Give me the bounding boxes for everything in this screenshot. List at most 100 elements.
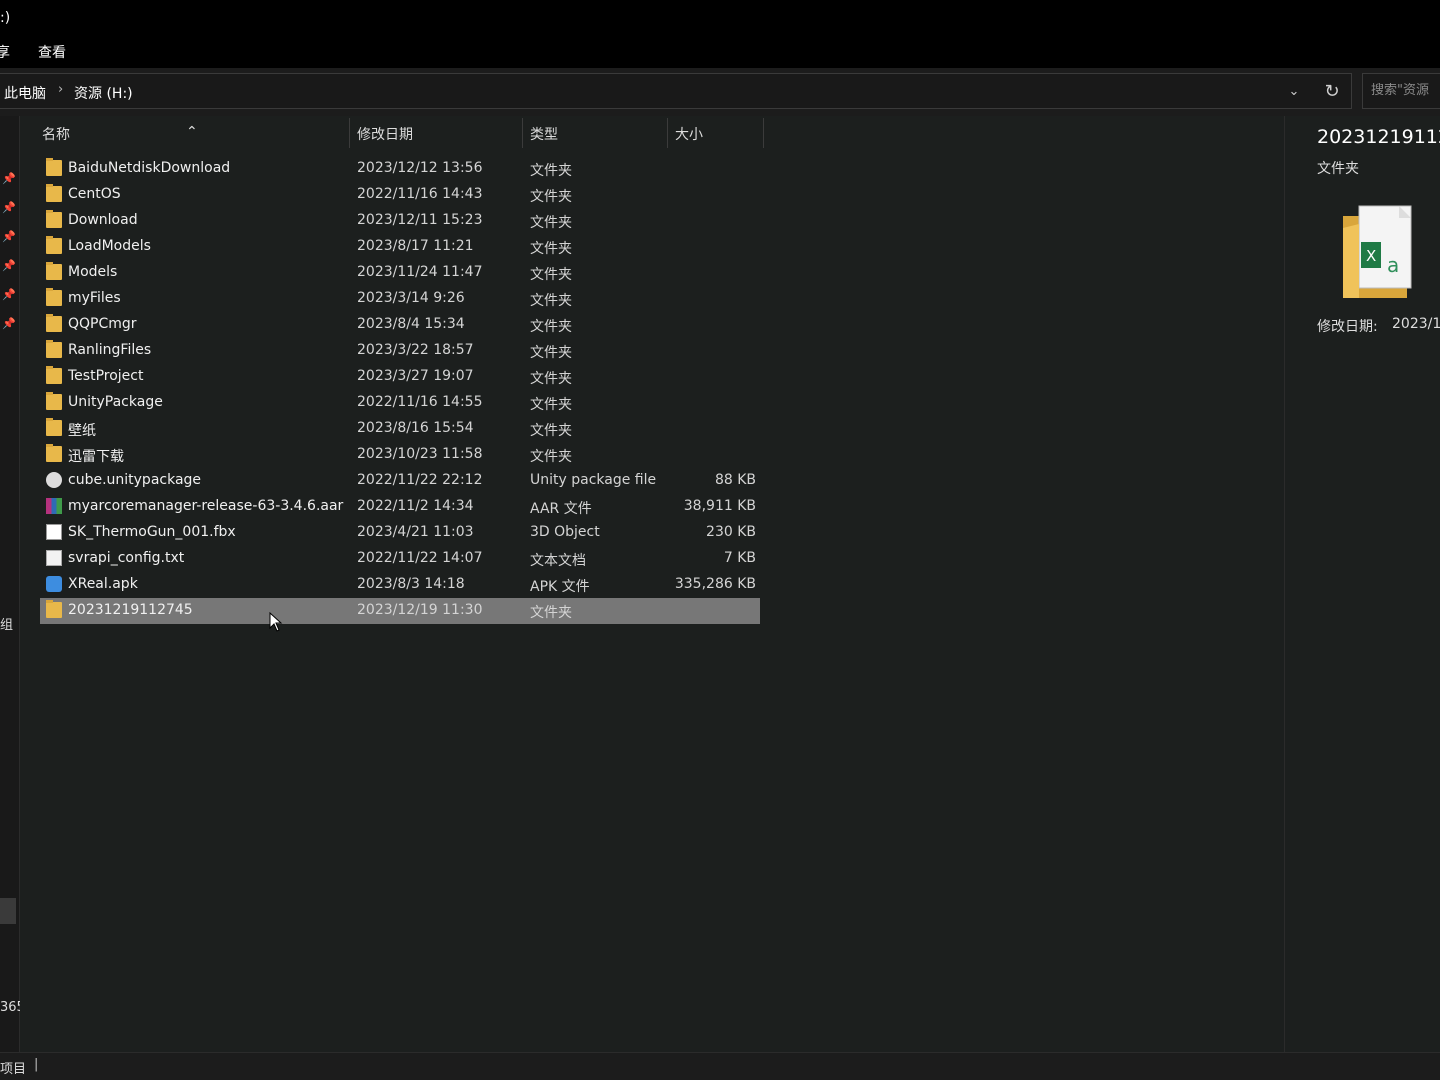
file-size: 88 KB <box>714 472 756 488</box>
sort-up-icon: ⌃ <box>186 124 198 140</box>
file-type: 文件夹 <box>530 371 572 387</box>
file-date: 2022/11/22 14:07 <box>357 550 483 566</box>
navigation-pane: 📌 📌 📌 📌 📌 📌 组 365 <box>0 116 25 1052</box>
file-row[interactable]: myarcoremanager-release-63-3.4.6.aar 2022… <box>40 494 760 520</box>
search-box[interactable] <box>1362 73 1440 109</box>
file-row[interactable]: 壁纸 2023/8/16 15:54 文件夹 <box>40 416 760 442</box>
nav-selected-item[interactable] <box>0 898 16 924</box>
nav-group-label[interactable]: 组 <box>0 614 13 633</box>
file-date: 2023/12/19 11:30 <box>357 602 483 618</box>
file-row[interactable]: QQPCmgr 2023/8/4 15:34 文件夹 <box>40 312 760 338</box>
file-row[interactable]: cube.unitypackage 2022/11/22 22:12 Unity p… <box>40 468 760 494</box>
folder-excel-thumbnail-icon: X a <box>1343 205 1412 298</box>
file-name: 20231219112745 <box>68 602 193 618</box>
column-divider[interactable] <box>667 118 668 148</box>
column-divider[interactable] <box>763 118 764 148</box>
file-row[interactable]: SK_ThermoGun_001.fbx 2023/4/21 11:03 3D Ob… <box>40 520 760 546</box>
file-date: 2023/10/23 11:58 <box>357 446 483 462</box>
archive-icon <box>46 498 62 514</box>
folder-icon <box>46 210 62 228</box>
pin-icon[interactable]: 📌 <box>2 288 16 302</box>
breadcrumb-this-pc[interactable]: 此电脑 <box>4 83 46 103</box>
file-name: RanlingFiles <box>68 342 152 358</box>
file-date: 2022/11/16 14:43 <box>357 186 483 202</box>
file-row[interactable]: LoadModels 2023/8/17 11:21 文件夹 <box>40 234 760 260</box>
file-date: 2023/3/27 19:07 <box>357 368 474 384</box>
refresh-icon[interactable]: ↻ <box>1318 79 1346 105</box>
chevron-down-icon[interactable]: ⌄ <box>1282 80 1306 104</box>
file-row[interactable]: RanlingFiles 2023/3/22 18:57 文件夹 <box>40 338 760 364</box>
column-divider[interactable] <box>349 118 350 148</box>
file-type: 文件夹 <box>530 189 572 205</box>
file-row[interactable]: UnityPackage 2022/11/16 14:55 文件夹 <box>40 390 760 416</box>
file-date: 2023/11/24 11:47 <box>357 264 483 280</box>
file-row[interactable]: TestProject 2023/3/27 19:07 文件夹 <box>40 364 760 390</box>
preview-modified-value: 2023/1 <box>1392 316 1440 332</box>
file-date: 2023/8/16 15:54 <box>357 420 474 436</box>
file-type: 文件夹 <box>530 293 572 309</box>
3d-object-icon <box>46 524 62 540</box>
menu-bar: 享 查看 <box>0 36 1440 68</box>
file-name: XReal.apk <box>68 576 138 592</box>
file-name: cube.unitypackage <box>68 472 202 488</box>
breadcrumb-drive[interactable]: 资源 (H:) <box>74 83 133 103</box>
preview-type: 文件夹 <box>1317 161 1359 177</box>
pin-icon[interactable]: 📌 <box>2 259 16 273</box>
file-name: myFiles <box>68 290 121 306</box>
file-row[interactable]: BaiduNetdiskDownload 2023/12/12 13:56 文件夹 <box>40 156 760 182</box>
file-row[interactable]: svrapi_config.txt 2022/11/22 14:07 文本文档 7 K… <box>40 546 760 572</box>
file-type: APK 文件 <box>530 579 590 595</box>
folder-icon <box>46 184 62 202</box>
file-name: myarcoremanager-release-63-3.4.6.aar <box>68 498 344 514</box>
pin-icon[interactable]: 📌 <box>2 230 16 244</box>
file-date: 2023/8/17 11:21 <box>357 238 474 254</box>
breadcrumb-separator[interactable]: › <box>58 82 63 97</box>
file-name: 迅雷下载 <box>68 449 124 465</box>
file-date: 2022/11/22 22:12 <box>357 472 483 488</box>
column-header-row: ⌃ 名称 修改日期 类型 大小 <box>20 116 1284 148</box>
preview-modified-label: 修改日期: <box>1317 319 1378 335</box>
file-row[interactable]: myFiles 2023/3/14 9:26 文件夹 <box>40 286 760 312</box>
status-separator: | <box>34 1057 39 1072</box>
folder-icon <box>46 444 62 462</box>
pin-icon[interactable]: 📌 <box>2 317 16 331</box>
file-type: 文本文档 <box>530 553 586 569</box>
file-size: 230 KB <box>706 524 756 540</box>
search-input[interactable] <box>1371 83 1440 98</box>
address-box[interactable]: 此电脑 › 资源 (H:) ⌄ ↻ <box>0 73 1352 109</box>
file-type: 文件夹 <box>530 267 572 283</box>
file-row[interactable]: CentOS 2022/11/16 14:43 文件夹 <box>40 182 760 208</box>
file-date: 2023/3/14 9:26 <box>357 290 465 306</box>
folder-icon <box>46 288 62 306</box>
column-header-date[interactable]: 修改日期 <box>357 124 413 144</box>
file-row[interactable]: Models 2023/11/24 11:47 文件夹 <box>40 260 760 286</box>
file-name: BaiduNetdiskDownload <box>68 160 231 176</box>
folder-icon <box>46 366 62 384</box>
file-size: 335,286 KB <box>674 576 756 592</box>
column-divider[interactable] <box>522 118 523 148</box>
file-row[interactable]: 迅雷下载 2023/10/23 11:58 文件夹 <box>40 442 760 468</box>
file-row[interactable]: 20231219112745 2023/12/19 11:30 文件夹 <box>40 598 760 624</box>
column-header-name[interactable]: 名称 <box>42 124 70 144</box>
pin-icon[interactable]: 📌 <box>2 201 16 215</box>
column-header-type[interactable]: 类型 <box>530 124 558 144</box>
menu-item-share[interactable]: 享 <box>0 42 10 62</box>
folder-icon <box>46 340 62 358</box>
file-row[interactable]: XReal.apk 2023/8/3 14:18 APK 文件 335,286 KB <box>40 572 760 598</box>
folder-icon <box>46 314 62 332</box>
window-title: :) <box>0 10 11 26</box>
folder-icon <box>46 236 62 254</box>
file-name: Download <box>68 212 138 228</box>
file-size: 38,911 KB <box>683 498 756 514</box>
file-type: 文件夹 <box>530 605 572 621</box>
column-header-size[interactable]: 大小 <box>675 124 703 144</box>
file-row[interactable]: Download 2023/12/11 15:23 文件夹 <box>40 208 760 234</box>
file-type: 文件夹 <box>530 423 572 439</box>
pin-icon[interactable]: 📌 <box>2 172 16 186</box>
menu-item-view[interactable]: 查看 <box>38 42 66 62</box>
file-size: 7 KB <box>723 550 756 566</box>
file-date: 2023/12/12 13:56 <box>357 160 483 176</box>
file-date: 2022/11/16 14:55 <box>357 394 483 410</box>
file-date: 2022/11/2 14:34 <box>357 498 474 514</box>
preview-pane: 20231219112 文件夹 X a 修改日期: 2023/1 <box>1284 116 1440 1052</box>
